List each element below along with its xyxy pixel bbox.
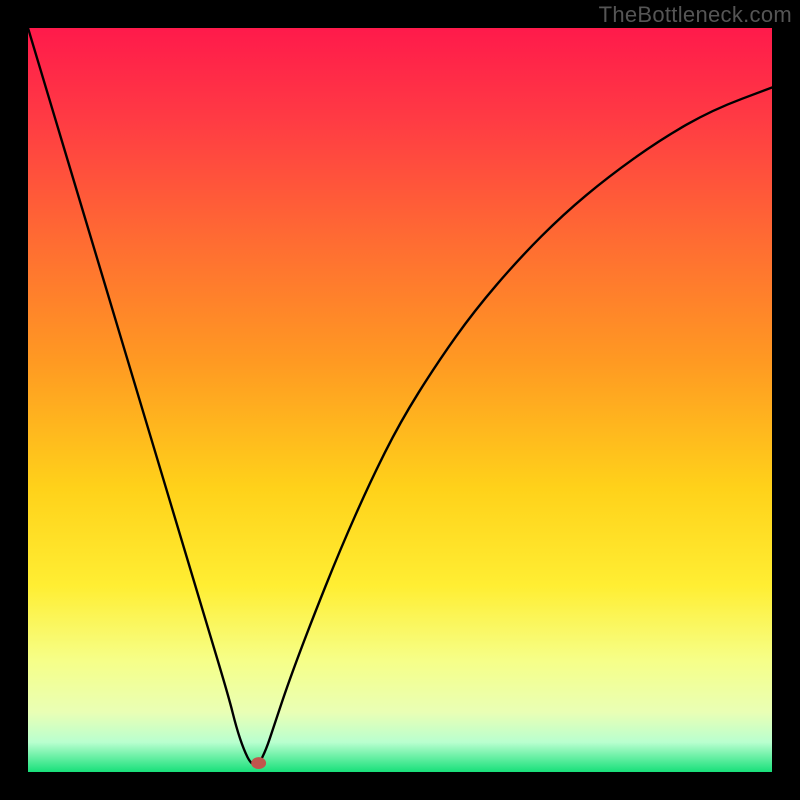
bottleneck-chart [28,28,772,772]
optimum-marker [251,757,266,769]
plot-area [28,28,772,772]
watermark-text: TheBottleneck.com [599,2,792,28]
chart-frame: TheBottleneck.com [0,0,800,800]
